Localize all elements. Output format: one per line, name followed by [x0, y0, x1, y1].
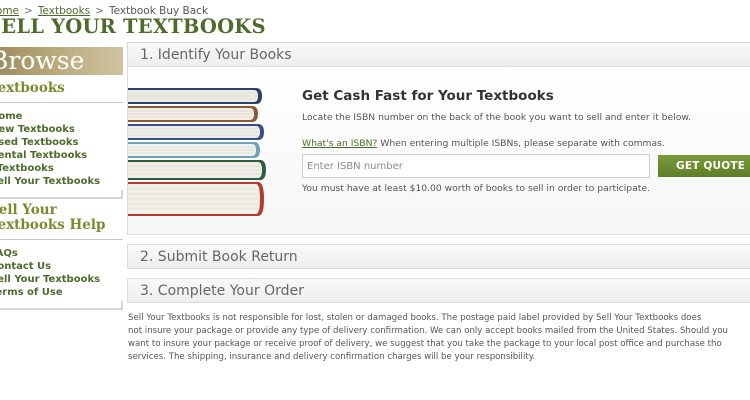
sidebar-item-terms-of-use: Terms of Use [0, 286, 123, 299]
sidebar-link-sell-your-textbooks-help[interactable]: Sell Your Textbooks [0, 274, 100, 285]
sidebar-item-new-textbooks: New Textbooks [0, 123, 123, 136]
book-stack-image [128, 88, 266, 216]
sidebar-item-sell-your-textbooks: Sell Your Textbooks [0, 175, 123, 188]
sidebar-item-sell-your-textbooks-help: Sell Your Textbooks [0, 273, 123, 286]
sidebar-item-rental-textbooks: Rental Textbooks [0, 149, 123, 162]
sidebar-link-new-textbooks[interactable]: New Textbooks [0, 124, 75, 135]
isbn-help-line: What's an ISBN? When entering multiple I… [302, 138, 665, 149]
step3-header[interactable]: 3. Complete Your Order [127, 278, 750, 303]
sidebar-item-etextbooks: eTextbooks [0, 162, 123, 175]
sidebar-box-border [0, 190, 123, 199]
get-cash-headline: Get Cash Fast for Your Textbooks [302, 88, 554, 104]
sidebar: Browse Textbooks Home New Textbooks Used… [0, 47, 123, 310]
sidebar-link-terms-of-use[interactable]: Terms of Use [0, 287, 63, 298]
isbn-input[interactable] [302, 154, 650, 178]
sidebar-box-border [0, 301, 123, 310]
sidebar-item-contact-us: Contact Us [0, 260, 123, 273]
browse-banner-label: Browse [0, 47, 85, 75]
disclaimer: Sell Your Textbooks is not responsible f… [128, 312, 750, 364]
sidebar-help-block: Sell Your Textbooks Help FAQs Contact Us… [0, 203, 123, 310]
sidebar-help-heading-line1: Sell Your [0, 202, 57, 218]
sidebar-textbooks-list: Home New Textbooks Used Textbooks Rental… [0, 110, 123, 188]
sidebar-item-home: Home [0, 110, 123, 123]
sidebar-divider [0, 239, 123, 240]
sidebar-link-used-textbooks[interactable]: Used Textbooks [0, 137, 79, 148]
sidebar-help-heading-line2: Textbooks Help [0, 217, 106, 233]
sidebar-item-used-textbooks: Used Textbooks [0, 136, 123, 149]
get-quote-button[interactable]: GET QUOTE [658, 155, 750, 177]
sidebar-link-contact-us[interactable]: Contact Us [0, 261, 51, 272]
sidebar-link-home[interactable]: Home [0, 111, 22, 122]
sidebar-item-faqs: FAQs [0, 247, 123, 260]
isbn-instructions: Locate the ISBN number on the back of th… [302, 112, 691, 123]
sidebar-help-list: FAQs Contact Us Sell Your Textbooks Term… [0, 247, 123, 299]
disclaimer-line: Sell Your Textbooks is not responsible f… [128, 313, 702, 323]
step1-header[interactable]: 1. Identify Your Books [127, 42, 750, 67]
sidebar-link-faqs[interactable]: FAQs [0, 248, 18, 259]
disclaimer-line: services. The shipping, insurance and de… [128, 352, 536, 362]
browse-banner: Browse [0, 47, 123, 75]
sidebar-divider [0, 102, 123, 103]
sidebar-link-sell-your-textbooks[interactable]: Sell Your Textbooks [0, 176, 100, 187]
sidebar-link-rental-textbooks[interactable]: Rental Textbooks [0, 150, 87, 161]
whats-an-isbn-link[interactable]: What's an ISBN? [302, 138, 377, 149]
disclaimer-line: want to insure your package or receive p… [128, 339, 722, 349]
step2-header[interactable]: 2. Submit Book Return [127, 244, 750, 269]
page-title: SELL YOUR TEXTBOOKS [0, 15, 266, 38]
minimum-value-note: You must have at least $10.00 worth of b… [302, 183, 650, 194]
sidebar-textbooks-heading: Textbooks [0, 80, 65, 96]
multiple-isbn-note: When entering multiple ISBNs, please sep… [377, 138, 665, 149]
sidebar-link-etextbooks[interactable]: eTextbooks [0, 163, 54, 174]
disclaimer-line: not insure your package or provide any t… [128, 326, 728, 336]
